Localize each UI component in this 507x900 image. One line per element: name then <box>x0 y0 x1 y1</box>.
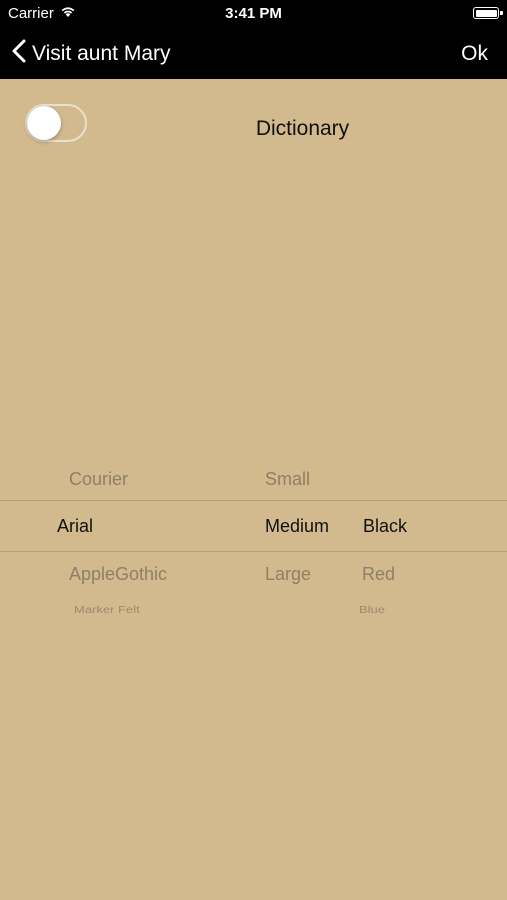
size-option-small[interactable]: Small <box>265 469 310 490</box>
ok-button[interactable]: Ok <box>461 28 488 79</box>
size-option-large[interactable]: Large <box>265 564 311 585</box>
color-option-red[interactable]: Red <box>362 564 395 585</box>
back-button-label: Visit aunt Mary <box>32 41 171 65</box>
style-picker[interactable]: Courier Arial AppleGothic Marker Felt Sm… <box>0 440 507 640</box>
font-option-courier[interactable]: Courier <box>69 469 128 490</box>
status-bar: Carrier 3:41 PM <box>0 0 507 28</box>
font-option-selected[interactable]: Arial <box>57 516 93 537</box>
navigation-bar: Visit aunt Mary Ok <box>0 28 507 79</box>
back-button[interactable]: Visit aunt Mary <box>12 28 171 79</box>
dictionary-label: Dictionary <box>255 117 350 140</box>
font-option-applegothic[interactable]: AppleGothic <box>69 564 167 585</box>
clock: 3:41 PM <box>225 5 282 22</box>
font-option-marker-felt[interactable]: Marker Felt <box>74 604 140 615</box>
size-option-selected[interactable]: Medium <box>265 516 329 537</box>
picker-selection-bottom-line <box>0 551 507 552</box>
picker-selection-top-line <box>0 500 507 501</box>
chevron-left-icon <box>12 39 32 69</box>
color-option-selected[interactable]: Black <box>363 516 407 537</box>
color-option-blue[interactable]: Blue <box>359 604 385 615</box>
battery-icon <box>473 7 503 19</box>
